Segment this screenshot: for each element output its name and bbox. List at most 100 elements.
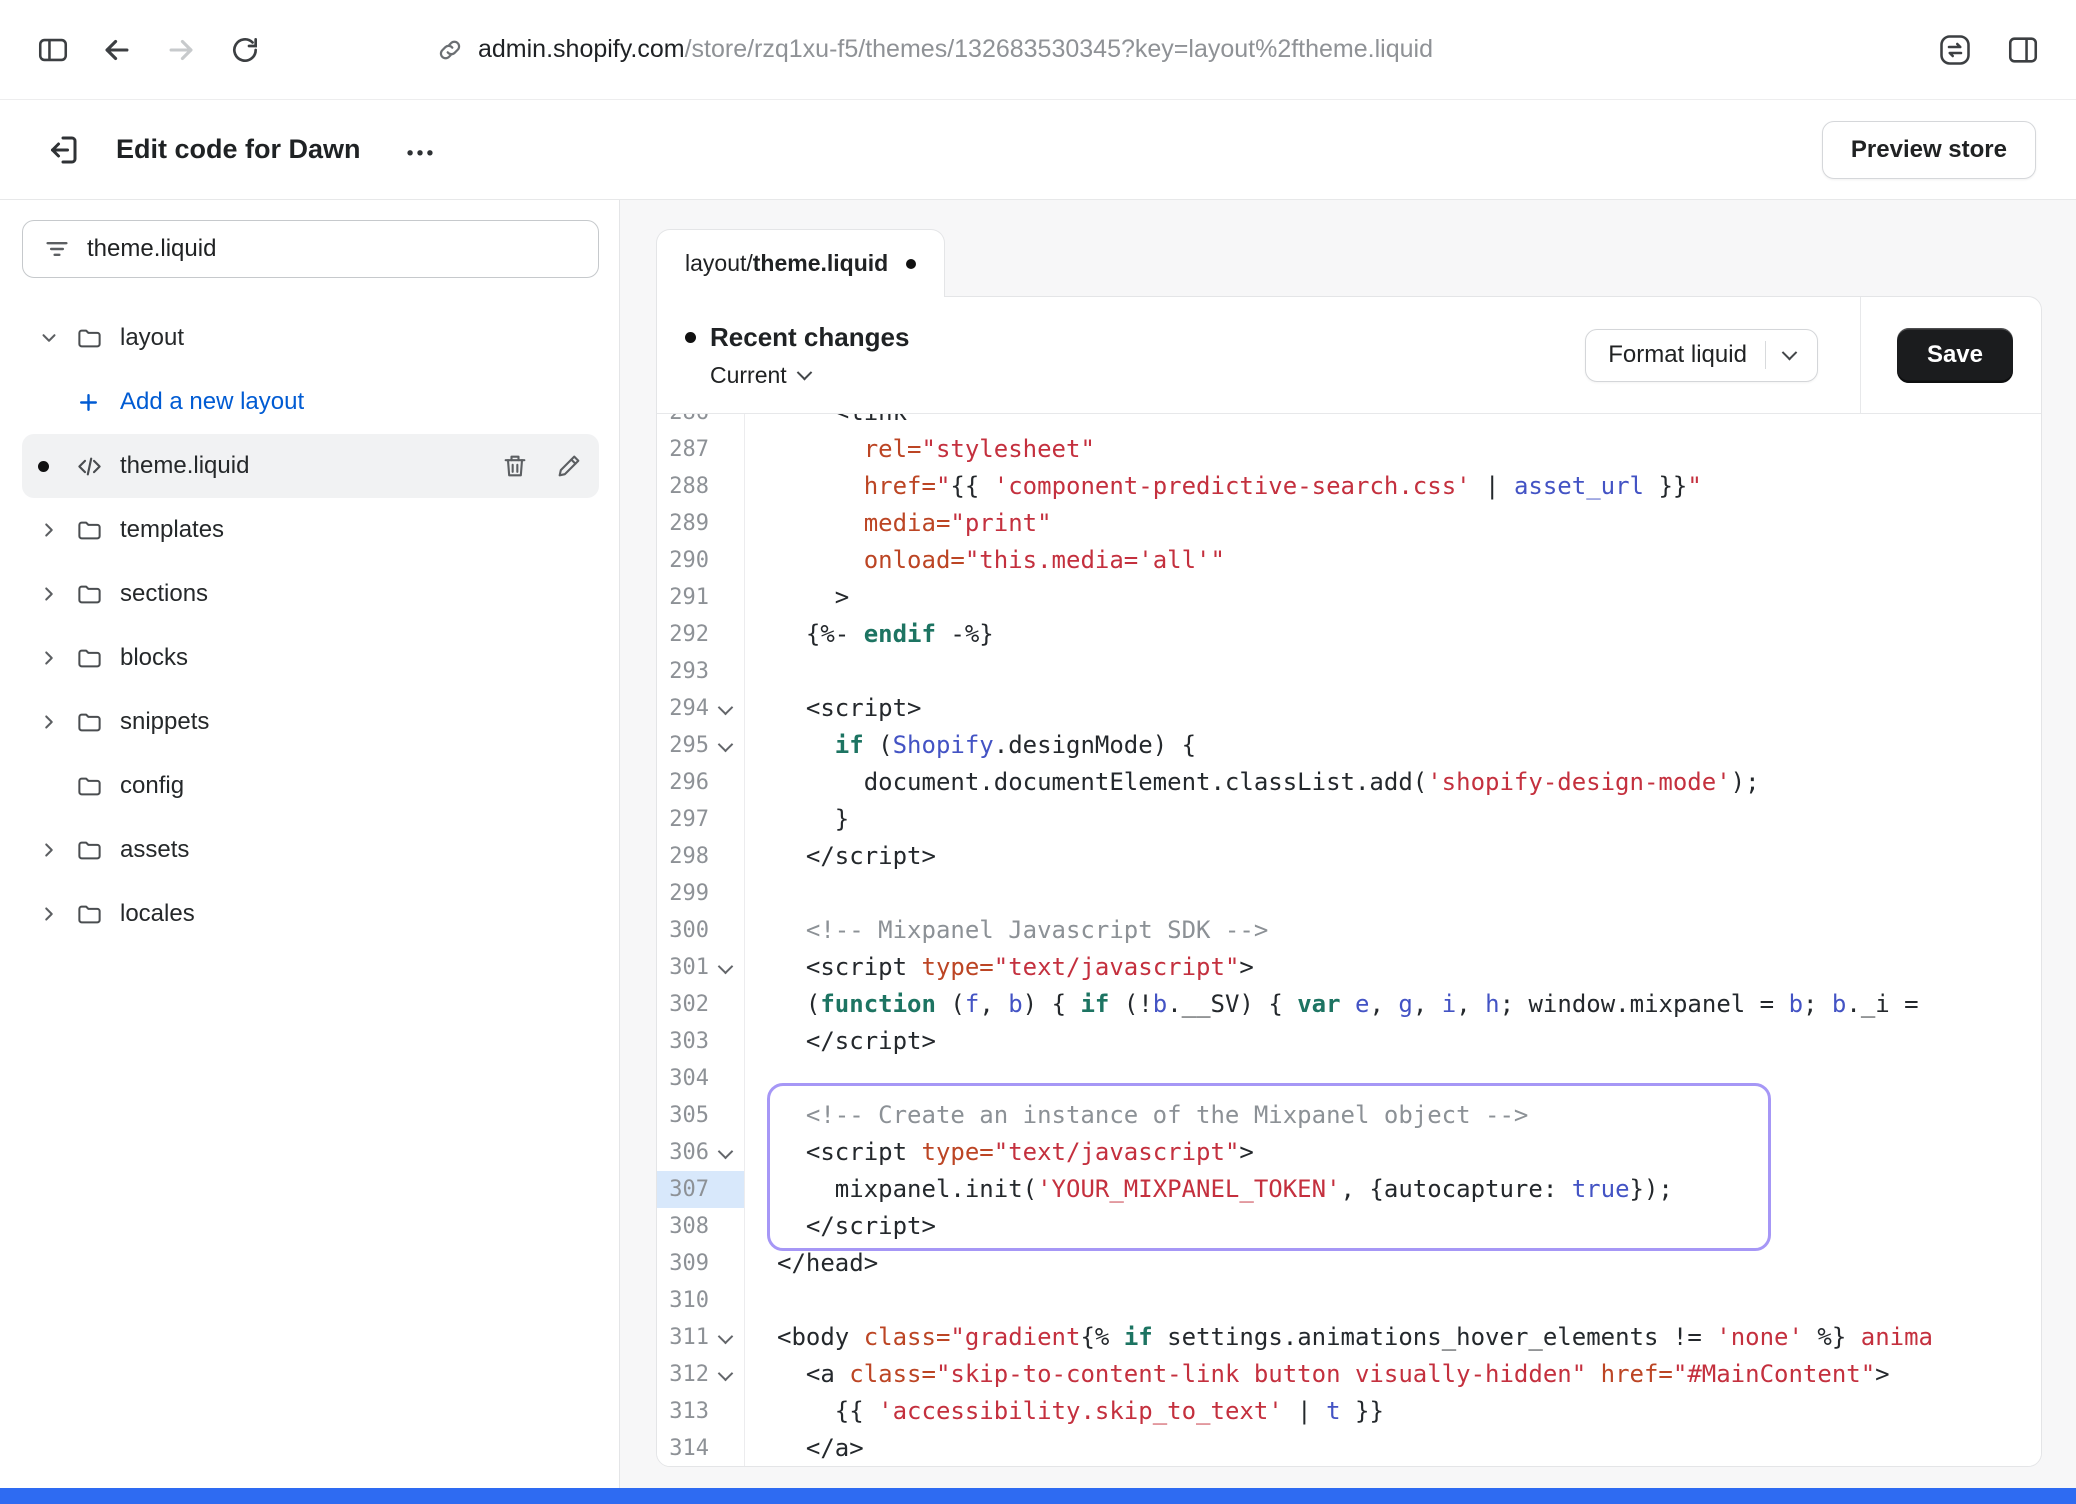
editor-card: Recent changes Current Format liquid Sav… bbox=[656, 296, 2042, 1467]
sidebar-toggle-icon[interactable] bbox=[30, 27, 76, 73]
split-view-icon[interactable] bbox=[2000, 27, 2046, 73]
code-line: 292 {%- endif -%} bbox=[657, 616, 2041, 653]
gutter: 301 bbox=[657, 949, 745, 986]
code-line: 286 <link bbox=[657, 414, 2041, 431]
code-text: </script> bbox=[745, 1208, 936, 1245]
code-line: 313 {{ 'accessibility.skip_to_text' | t … bbox=[657, 1393, 2041, 1430]
code-line: 289 media="print" bbox=[657, 505, 2041, 542]
code-text: onload="this.media='all'" bbox=[745, 542, 1225, 579]
line-number: 295 bbox=[657, 727, 709, 764]
save-button[interactable]: Save bbox=[1897, 328, 2013, 383]
add-layout-button[interactable]: Add a new layout bbox=[22, 370, 599, 434]
gutter: 290 bbox=[657, 542, 745, 579]
line-number: 301 bbox=[657, 949, 709, 986]
gutter: 312 bbox=[657, 1356, 745, 1393]
line-number: 305 bbox=[657, 1097, 709, 1134]
gutter: 300 bbox=[657, 912, 745, 949]
code-line: 308 </script> bbox=[657, 1208, 2041, 1245]
code-text: mixpanel.init('YOUR_MIXPANEL_TOKEN', {au… bbox=[745, 1171, 1673, 1208]
code-text: } bbox=[745, 801, 849, 838]
gutter: 306 bbox=[657, 1134, 745, 1171]
code-text: document.documentElement.classList.add('… bbox=[745, 764, 1760, 801]
sidebar-item-config[interactable]: config bbox=[22, 754, 599, 818]
code-line: 299 bbox=[657, 875, 2041, 912]
code-line: 293 bbox=[657, 653, 2041, 690]
preview-store-button[interactable]: Preview store bbox=[1822, 121, 2036, 179]
gutter: 291 bbox=[657, 579, 745, 616]
line-number: 297 bbox=[657, 801, 709, 838]
code-line: 296 document.documentElement.classList.a… bbox=[657, 764, 2041, 801]
gutter: 288 bbox=[657, 468, 745, 505]
bottom-edge-bar bbox=[0, 1488, 2076, 1504]
editor-tab[interactable]: layout/theme.liquid bbox=[656, 229, 945, 297]
fold-spacer bbox=[709, 801, 743, 838]
fold-chevron-icon[interactable] bbox=[709, 727, 743, 764]
sidebar-item-sections[interactable]: sections bbox=[22, 562, 599, 626]
code-text: <script> bbox=[745, 690, 922, 727]
gutter: 304 bbox=[657, 1060, 745, 1097]
fold-spacer bbox=[709, 431, 743, 468]
format-liquid-button[interactable]: Format liquid bbox=[1585, 329, 1818, 382]
file-sidebar: layout Add a new layout theme.liquid bbox=[0, 200, 620, 1488]
fold-spacer bbox=[709, 579, 743, 616]
gutter: 310 bbox=[657, 1282, 745, 1319]
sidebar-item-snippets[interactable]: snippets bbox=[22, 690, 599, 754]
sidebar-item-assets[interactable]: assets bbox=[22, 818, 599, 882]
fold-chevron-icon[interactable] bbox=[709, 949, 743, 986]
sidebar-item-theme-liquid[interactable]: theme.liquid bbox=[22, 434, 599, 498]
gutter: 303 bbox=[657, 1023, 745, 1060]
button-divider bbox=[1765, 341, 1766, 369]
code-text: {%- endif -%} bbox=[745, 616, 994, 653]
gutter: 307 bbox=[657, 1171, 745, 1208]
address-bar[interactable]: admin.shopify.com/store/rzq1xu-f5/themes… bbox=[436, 35, 1433, 64]
code-line: 310 bbox=[657, 1282, 2041, 1319]
fold-spacer bbox=[709, 1282, 743, 1319]
sidebar-item-label: config bbox=[120, 772, 184, 800]
url-host: admin.shopify.com bbox=[478, 35, 685, 64]
app-header: Edit code for Dawn Preview store bbox=[0, 100, 2076, 200]
sidebar-item-locales[interactable]: locales bbox=[22, 882, 599, 946]
sidebar-item-layout[interactable]: layout bbox=[22, 306, 599, 370]
fold-chevron-icon[interactable] bbox=[709, 1356, 743, 1393]
fold-spacer bbox=[709, 1393, 743, 1430]
exit-editor-icon[interactable] bbox=[40, 127, 86, 173]
code-line: 287 rel="stylesheet" bbox=[657, 431, 2041, 468]
fold-spacer bbox=[709, 912, 743, 949]
fold-spacer bbox=[709, 986, 743, 1023]
fold-chevron-icon[interactable] bbox=[709, 1134, 743, 1171]
sidebar-item-blocks[interactable]: blocks bbox=[22, 626, 599, 690]
reload-icon[interactable] bbox=[222, 27, 268, 73]
sidebar-item-label: sections bbox=[120, 580, 208, 608]
fold-spacer bbox=[709, 653, 743, 690]
tab-filename: theme.liquid bbox=[753, 250, 888, 277]
filter-icon bbox=[43, 235, 71, 263]
code-editor[interactable]: 286 <link287 rel="stylesheet"288 href="{… bbox=[657, 414, 2041, 1466]
code-text: <body class="gradient{% if settings.anim… bbox=[745, 1319, 1933, 1356]
extensions-icon[interactable] bbox=[1932, 27, 1978, 73]
version-dropdown[interactable]: Current bbox=[710, 362, 909, 389]
delete-file-icon[interactable] bbox=[501, 452, 529, 480]
more-actions-icon[interactable] bbox=[403, 133, 437, 167]
back-icon[interactable] bbox=[94, 27, 140, 73]
fold-spacer bbox=[709, 414, 743, 431]
code-line: 306 <script type="text/javascript"> bbox=[657, 1134, 2041, 1171]
sidebar-item-templates[interactable]: templates bbox=[22, 498, 599, 562]
chevron-right-icon bbox=[38, 583, 76, 605]
line-number: 300 bbox=[657, 912, 709, 949]
line-number: 314 bbox=[657, 1430, 709, 1466]
chevron-down-icon[interactable] bbox=[1782, 344, 1798, 360]
chevron-right-icon bbox=[38, 839, 76, 861]
rename-file-icon[interactable] bbox=[555, 452, 583, 480]
gutter: 295 bbox=[657, 727, 745, 764]
fold-spacer bbox=[709, 505, 743, 542]
fold-chevron-icon[interactable] bbox=[709, 690, 743, 727]
file-search-box[interactable] bbox=[22, 220, 599, 278]
code-text: </script> bbox=[745, 838, 936, 875]
code-line: 312 <a class="skip-to-content-link butto… bbox=[657, 1356, 2041, 1393]
fold-spacer bbox=[709, 1171, 743, 1208]
line-number: 312 bbox=[657, 1356, 709, 1393]
forward-icon[interactable] bbox=[158, 27, 204, 73]
fold-chevron-icon[interactable] bbox=[709, 1319, 743, 1356]
file-search-input[interactable] bbox=[87, 235, 578, 263]
line-number: 302 bbox=[657, 986, 709, 1023]
